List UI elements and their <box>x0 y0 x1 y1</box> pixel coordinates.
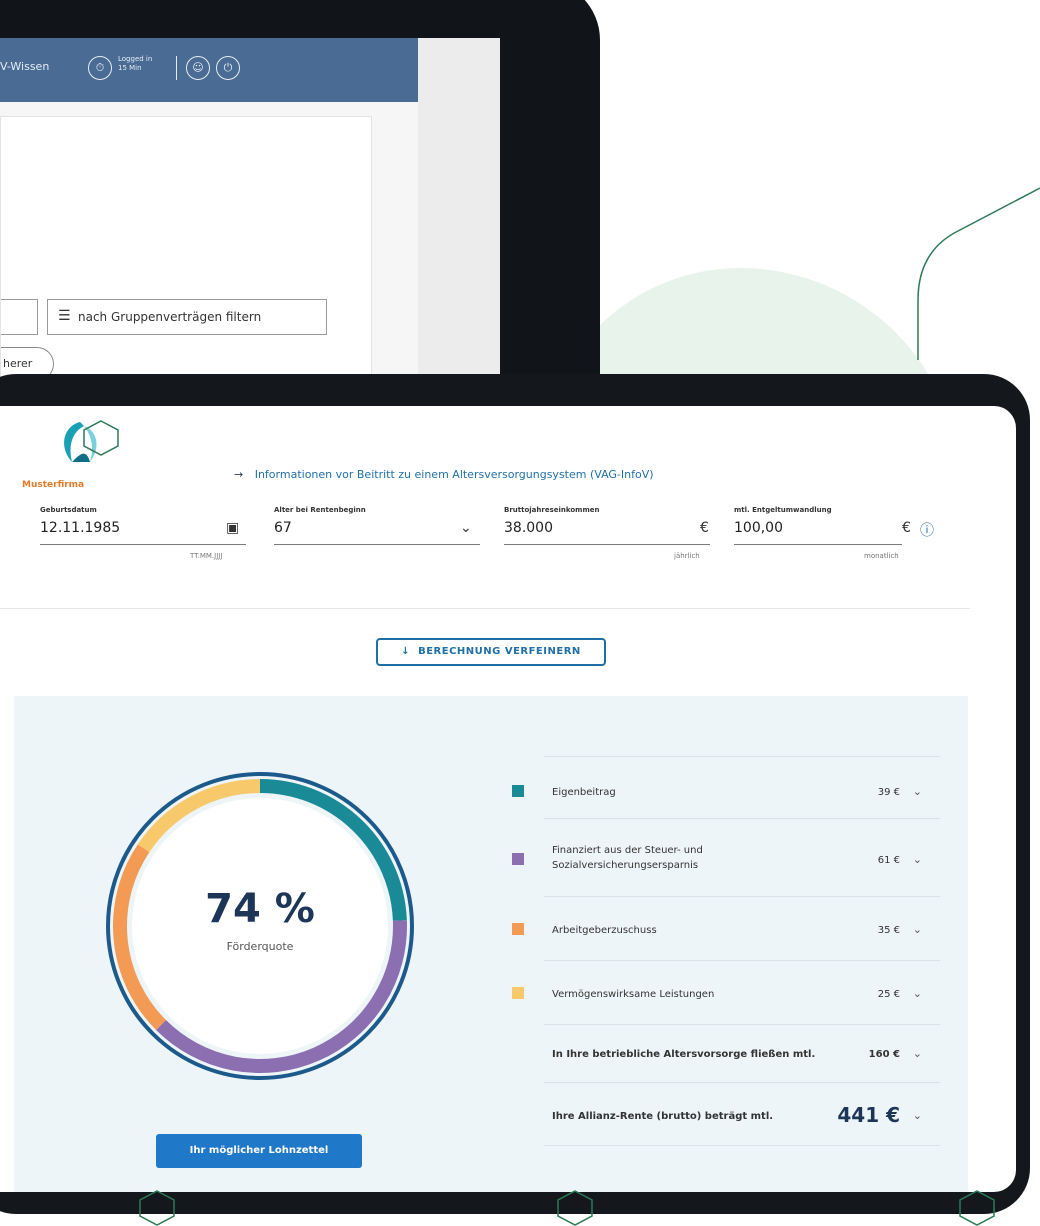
field-hint: TT.MM.JJJJ <box>190 552 223 560</box>
refine-button-label: BERECHNUNG VERFEINERN <box>418 646 581 657</box>
legend-swatch <box>512 853 524 865</box>
legend-swatch <box>512 923 524 935</box>
laptop-content-card: ☰ nach Gruppenverträgen filtern herer <box>0 116 372 378</box>
tablet-screen: Musterfirma → Informationen vor Beitritt… <box>0 406 1016 1192</box>
legend-amount: 35 € <box>877 925 900 936</box>
calendar-icon[interactable]: ▣ <box>226 520 239 536</box>
filter-icon: ☰ <box>58 308 71 324</box>
retirement-age-value[interactable]: 67 <box>274 520 292 536</box>
clock-icon: ⏱ <box>88 56 112 80</box>
field-label: mtl. Entgeltumwandlung <box>734 506 832 514</box>
field-label: Bruttojahreseinkommen <box>504 506 600 514</box>
legend-label: Vermögenswirksame Leistungen <box>552 989 715 1000</box>
chevron-down-icon[interactable]: ⌄ <box>913 1047 922 1060</box>
section-divider <box>0 608 970 609</box>
group-filter-dropdown[interactable]: ☰ nach Gruppenverträgen filtern <box>47 299 327 335</box>
laptop-frame: V-Wissen ⏱ Logged in 15 Min ☺ ⏻ ☰ nach G… <box>0 0 600 400</box>
legend-row-capital-benefits[interactable]: Vermögenswirksame Leistungen 25 € ⌄ <box>512 960 940 1025</box>
subsidy-percentage: 74 % <box>205 886 315 932</box>
hexagon-decoration <box>557 1190 593 1226</box>
field-underline <box>40 544 246 545</box>
refine-calculation-button[interactable]: ↓ BERECHNUNG VERFEINERN <box>376 638 606 666</box>
total-contribution-row[interactable]: In Ihre betriebliche Altersvorsorge flie… <box>544 1024 940 1083</box>
pension-label: Ihre Allianz-Rente (brutto) beträgt mtl. <box>552 1111 774 1122</box>
birthdate-input[interactable]: 12.11.1985 <box>40 520 120 536</box>
header-divider <box>176 56 177 80</box>
total-label: In Ihre betriebliche Altersvorsorge flie… <box>552 1049 816 1060</box>
laptop-sidebar <box>418 38 500 378</box>
pill-label: herer <box>3 357 33 370</box>
field-hint: monatlich <box>864 552 899 560</box>
vag-info-link[interactable]: → Informationen vor Beitritt zu einem Al… <box>234 468 654 481</box>
legend-amount: 39 € <box>877 787 900 798</box>
chevron-down-icon[interactable]: ⌄ <box>460 520 472 536</box>
retirement-age-select[interactable]: Alter bei Rentenbeginn 67 ⌄ <box>274 506 480 545</box>
laptop-header-bar: V-Wissen ⏱ Logged in 15 Min ☺ ⏻ <box>0 38 418 102</box>
birthdate-field[interactable]: Geburtsdatum 12.11.1985 ▣ TT.MM.JJJJ <box>40 506 246 560</box>
arrow-right-icon: → <box>234 468 244 481</box>
info-link-label: Informationen vor Beitritt zu einem Alte… <box>254 468 654 481</box>
chevron-down-icon[interactable]: ⌄ <box>913 1109 922 1122</box>
chevron-down-icon[interactable]: ⌄ <box>913 987 922 1000</box>
field-hint: jährlich <box>674 552 700 560</box>
legend-row-employer-subsidy[interactable]: Arbeitgeberzuschuss 35 € ⌄ <box>512 896 940 961</box>
monthly-conversion-input[interactable]: 100,00 <box>734 520 783 536</box>
pension-amount: 441 € <box>837 1103 900 1127</box>
field-underline <box>504 544 710 545</box>
login-status: Logged in 15 Min <box>118 55 153 72</box>
legend-swatch <box>512 785 524 797</box>
chevron-down-icon[interactable]: ⌄ <box>913 923 922 936</box>
annual-income-field[interactable]: Bruttojahreseinkommen 38.000 € jährlich <box>504 506 710 560</box>
field-underline <box>734 544 902 545</box>
annual-income-input[interactable]: 38.000 <box>504 520 553 536</box>
info-icon[interactable]: ⓘ <box>920 520 934 540</box>
search-input[interactable] <box>1 299 38 335</box>
legend-row-own-contribution[interactable]: Eigenbeitrag 39 € ⌄ <box>512 756 940 819</box>
hexagon-decoration <box>959 1190 995 1226</box>
legend-label: Finanziert aus der Steuer- und Sozialver… <box>552 845 703 871</box>
chevron-down-icon[interactable]: ⌄ <box>913 785 922 798</box>
currency-unit: € <box>902 520 911 536</box>
brand-name: Musterfirma <box>22 480 85 490</box>
monthly-conversion-field[interactable]: mtl. Entgeltumwandlung 100,00 € ⓘ monatl… <box>734 506 946 560</box>
arrow-down-icon: ↓ <box>401 646 411 657</box>
header-link[interactable]: V-Wissen <box>0 60 49 73</box>
legend-label: Eigenbeitrag <box>552 787 616 798</box>
user-icon[interactable]: ☺ <box>186 56 210 80</box>
field-label: Geburtsdatum <box>40 506 97 514</box>
legend-amount: 25 € <box>877 989 900 1000</box>
legend-amount: 61 € <box>877 855 900 866</box>
currency-unit: € <box>700 520 709 536</box>
chevron-down-icon[interactable]: ⌄ <box>913 853 922 866</box>
total-amount: 160 € <box>868 1049 900 1060</box>
subsidy-label: Förderquote <box>226 940 294 953</box>
legend-label: Arbeitgeberzuschuss <box>552 925 657 936</box>
field-label: Alter bei Rentenbeginn <box>274 506 366 514</box>
payslip-button[interactable]: Ihr möglicher Lohnzettel <box>156 1134 362 1168</box>
field-underline <box>274 544 480 545</box>
laptop-screen: V-Wissen ⏱ Logged in 15 Min ☺ ⏻ ☰ nach G… <box>0 38 500 378</box>
hexagon-decoration <box>83 420 119 456</box>
legend-row-tax-savings[interactable]: Finanziert aus der Steuer- und Sozialver… <box>512 818 940 897</box>
result-panel: 74 % Förderquote Ihr möglicher Lohnzette… <box>14 696 968 1192</box>
power-icon[interactable]: ⏻ <box>216 56 240 80</box>
legend-swatch <box>512 987 524 999</box>
pension-row[interactable]: Ihre Allianz-Rente (brutto) beträgt mtl.… <box>544 1082 940 1146</box>
filter-label: nach Gruppenverträgen filtern <box>78 310 262 324</box>
hexagon-decoration <box>139 1190 175 1226</box>
